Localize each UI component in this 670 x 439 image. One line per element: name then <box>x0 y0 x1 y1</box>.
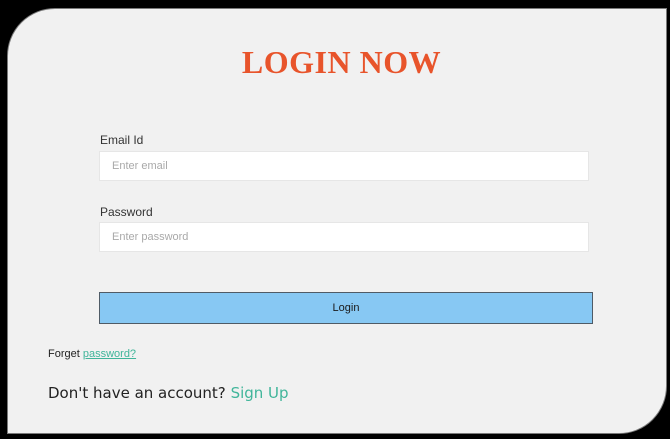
email-label: Email Id <box>100 133 144 147</box>
forget-password-row: Forget password? <box>48 348 136 360</box>
no-account-text: Don't have an account? <box>48 384 226 402</box>
password-input[interactable] <box>99 222 589 252</box>
email-input[interactable] <box>99 151 589 181</box>
password-label: Password <box>100 205 153 219</box>
page-frame: LOGIN NOW Email Id Password Login Forget… <box>0 0 670 439</box>
login-button[interactable]: Login <box>99 292 593 324</box>
forget-password-link[interactable]: password? <box>83 348 136 360</box>
page-title: LOGIN NOW <box>241 44 442 80</box>
forget-prefix-text: Forget <box>48 348 80 360</box>
signup-row: Don't have an account? Sign Up <box>48 384 289 402</box>
signup-link[interactable]: Sign Up <box>231 384 289 402</box>
